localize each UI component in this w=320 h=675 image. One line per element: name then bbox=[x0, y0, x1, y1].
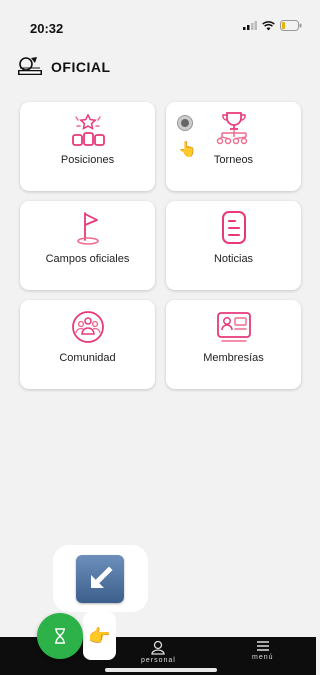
card-campos-oficiales[interactable]: Campos oficiales bbox=[20, 201, 155, 290]
back-arrow-button[interactable] bbox=[76, 555, 124, 603]
card-membresias[interactable]: Membresías bbox=[166, 300, 301, 389]
trophy-bracket-icon bbox=[214, 111, 254, 147]
trophy-fab-button[interactable] bbox=[37, 613, 83, 659]
arrow-down-left-icon bbox=[91, 566, 113, 588]
card-noticias[interactable]: Noticias bbox=[166, 201, 301, 290]
footgolf-logo bbox=[18, 57, 42, 75]
status-time: 20:32 bbox=[30, 21, 64, 36]
radio-indicator bbox=[178, 116, 192, 130]
golf-flag-icon bbox=[68, 210, 108, 246]
card-label: Posiciones bbox=[60, 154, 115, 166]
card-torneos[interactable]: 👆 Torneos bbox=[166, 102, 301, 191]
membership-card-icon bbox=[214, 309, 254, 345]
nav-label-menu: menú bbox=[252, 654, 274, 661]
card-label: Comunidad bbox=[59, 352, 116, 364]
wifi-icon bbox=[262, 20, 275, 30]
hamburger-menu-icon bbox=[256, 641, 269, 651]
card-label: Torneos bbox=[213, 154, 254, 166]
home-indicator[interactable] bbox=[105, 668, 217, 672]
pointing-hand-button[interactable]: 👉 bbox=[83, 612, 116, 660]
card-comunidad[interactable]: Comunidad bbox=[20, 300, 155, 389]
menu-grid: Posiciones 👆 Torneos Campos oficiales No… bbox=[20, 102, 302, 389]
community-icon bbox=[68, 309, 108, 345]
user-icon bbox=[151, 640, 166, 655]
nav-item-personal[interactable]: personal bbox=[141, 640, 176, 664]
status-bar: 20:32 bbox=[0, 0, 316, 44]
status-icons bbox=[243, 20, 302, 31]
signal-icon bbox=[243, 21, 257, 30]
hourglass-icon bbox=[55, 628, 65, 644]
battery-icon bbox=[280, 20, 302, 31]
document-icon bbox=[214, 210, 254, 246]
pointing-hand-icon: 👉 bbox=[88, 625, 111, 646]
card-label: Noticias bbox=[213, 253, 254, 265]
page-title: OFICIAL bbox=[51, 59, 111, 75]
nav-item-menu[interactable]: menú bbox=[252, 640, 274, 661]
nav-label-personal: personal bbox=[141, 657, 176, 664]
app-header: OFICIAL bbox=[17, 55, 111, 79]
card-label: Membresías bbox=[203, 352, 264, 364]
podium-icon bbox=[68, 111, 108, 147]
card-label: Campos oficiales bbox=[45, 253, 130, 265]
card-posiciones[interactable]: Posiciones bbox=[20, 102, 155, 191]
